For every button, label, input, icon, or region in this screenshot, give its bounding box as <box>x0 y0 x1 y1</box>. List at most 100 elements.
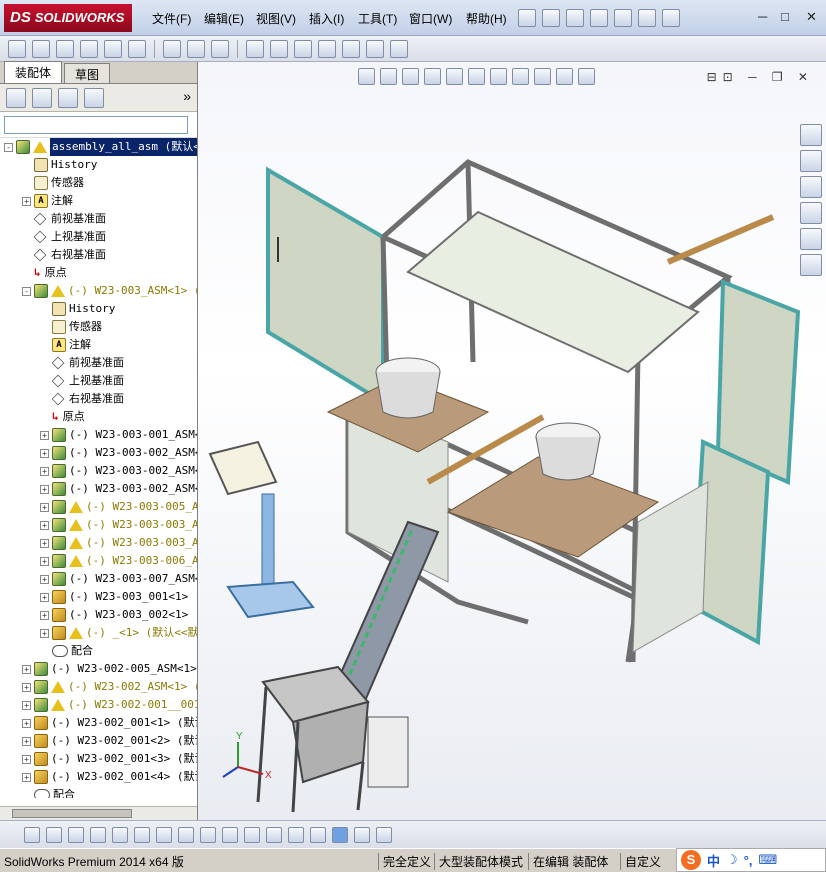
explode-line-sketch-icon[interactable] <box>318 39 336 58</box>
trim-icon[interactable] <box>112 826 128 843</box>
point-icon[interactable] <box>24 826 40 843</box>
tree-node[interactable]: 右视基准面 <box>22 246 106 264</box>
tree-node[interactable]: 右视基准面 <box>40 390 124 408</box>
collapse-toggle-icon[interactable]: - <box>4 142 13 152</box>
tree-node[interactable]: + (-) _<1> (默认<<默认 <box>40 624 197 642</box>
configurationmanager-icon[interactable] <box>58 87 78 108</box>
ime-keyboard-icon[interactable]: ⌨ <box>758 852 777 868</box>
expand-toggle-icon[interactable]: + <box>40 538 49 548</box>
status-custom[interactable]: 自定义 <box>620 853 661 870</box>
edit-component-icon[interactable] <box>8 39 26 58</box>
tree-node[interactable]: + (-) W23-003-001_ASM<1> <box>40 426 197 444</box>
solidworks-logo[interactable]: DS SOLIDWORKS <box>4 4 132 32</box>
design-library-icon[interactable] <box>800 150 822 172</box>
circle-icon[interactable] <box>46 826 62 843</box>
tree-node[interactable]: 前视基准面 <box>22 210 106 228</box>
ime-punct-icon[interactable]: °, <box>744 853 753 868</box>
tree-node[interactable]: 传感器 <box>40 318 102 336</box>
expand-toggle-icon[interactable]: + <box>40 628 49 638</box>
offset-icon[interactable] <box>200 826 216 843</box>
show-hidden-icon[interactable] <box>163 39 181 58</box>
tree-node[interactable]: ↳ 原点 <box>22 264 67 282</box>
tree-node[interactable]: + (-) W23-003-005_ASM <box>40 498 197 516</box>
tree-node[interactable]: + (-) W23-002_001<2> (默认< <box>22 732 197 750</box>
tree-node[interactable]: + (-) W23-003_002<1> (默 <box>40 606 197 624</box>
bill-of-materials-icon[interactable] <box>270 39 288 58</box>
expand-toggle-icon[interactable]: + <box>22 196 31 206</box>
propertymanager-icon[interactable] <box>32 87 52 108</box>
grid-icon[interactable] <box>288 826 304 843</box>
extend-icon[interactable] <box>134 826 150 843</box>
expand-toggle-icon[interactable]: + <box>40 520 49 530</box>
file-explorer-icon[interactable] <box>800 176 822 198</box>
tree-node[interactable]: + (-) W23-003_001<1> (默 <box>40 588 197 606</box>
tree-node[interactable]: + (-) W23-003-003_AF1 <box>40 516 197 534</box>
tree-horizontal-scrollbar[interactable] <box>0 806 197 820</box>
ime-moon-icon[interactable]: ☽ <box>726 852 738 868</box>
single-viewport-icon[interactable] <box>354 826 370 843</box>
menu-insert[interactable]: 插入(I) <box>309 10 344 27</box>
tree-node[interactable]: + (-) W23-002_001<1> (默认< <box>22 714 197 732</box>
exploded-view-icon[interactable] <box>294 39 312 58</box>
expand-toggle-icon[interactable]: + <box>22 682 31 692</box>
line-icon[interactable] <box>68 826 84 843</box>
menu-edit[interactable]: 编辑(E) <box>204 10 244 27</box>
menu-window[interactable]: 窗口(W) <box>409 10 452 27</box>
corner-rectangle-icon[interactable] <box>222 826 238 843</box>
arc-icon[interactable] <box>156 826 172 843</box>
expand-toggle-icon[interactable]: + <box>40 592 49 602</box>
more-managers-chevron-icon[interactable]: » <box>183 88 191 104</box>
angle-icon[interactable] <box>310 826 326 843</box>
tree-node[interactable]: + (-) W23-002_ASM<1> (默认 <box>22 678 197 696</box>
tree-node[interactable]: 传感器 <box>22 174 84 192</box>
expand-toggle-icon[interactable]: + <box>22 754 31 764</box>
expand-toggle-icon[interactable]: + <box>22 700 31 710</box>
instant3d-icon[interactable] <box>366 39 384 58</box>
expand-toggle-icon[interactable]: + <box>40 448 49 458</box>
help-question-icon[interactable] <box>662 9 680 27</box>
tree-filter-input[interactable] <box>4 115 188 134</box>
scrollbar-thumb[interactable] <box>12 809 132 818</box>
spline-icon[interactable] <box>178 826 194 843</box>
expand-toggle-icon[interactable]: + <box>40 574 49 584</box>
tree-node[interactable]: 上视基准面 <box>22 228 106 246</box>
displaymanager-icon[interactable] <box>84 87 104 108</box>
tree-node[interactable]: History <box>40 300 115 318</box>
tree-node[interactable]: 上视基准面 <box>40 372 124 390</box>
tree-node[interactable]: + (-) W23-002-001__001_AS <box>22 696 197 714</box>
tree-node[interactable]: + (-) W23-002_001<4> (默认< <box>22 768 197 786</box>
collapse-toggle-icon[interactable]: - <box>22 286 31 296</box>
view-palette-icon[interactable] <box>800 202 822 224</box>
expand-toggle-icon[interactable]: + <box>40 484 49 494</box>
shaded-view-icon[interactable] <box>332 826 348 843</box>
tree-node[interactable]: + A 注解 <box>22 192 73 210</box>
insert-component-icon[interactable] <box>32 39 50 58</box>
ime-language[interactable]: 中 <box>707 851 720 870</box>
tree-node[interactable]: 前视基准面 <box>40 354 124 372</box>
expand-toggle-icon[interactable]: + <box>22 772 31 782</box>
tree-node[interactable]: + (-) W23-002_001<3> (默认< <box>22 750 197 768</box>
print-icon[interactable] <box>614 9 632 27</box>
dimension-icon[interactable] <box>266 826 282 843</box>
speedpak-icon[interactable] <box>390 39 408 58</box>
tree-node[interactable]: History <box>22 156 97 174</box>
tab-sketch[interactable]: 草图 <box>64 63 111 83</box>
two-viewport-icon[interactable] <box>376 826 392 843</box>
menu-file[interactable]: 文件(F) <box>152 10 191 27</box>
linear-pattern-icon[interactable] <box>80 39 98 58</box>
tree-node[interactable]: + (-) W23-003-003_AF3 <box>40 534 197 552</box>
center-rectangle-icon[interactable] <box>244 826 260 843</box>
appearances-scenes-icon[interactable] <box>800 228 822 250</box>
pin-icon[interactable] <box>518 9 536 27</box>
tree-node[interactable]: 配合 <box>40 642 93 660</box>
featuremanager-tree-icon[interactable] <box>6 87 26 108</box>
tree-node[interactable]: + (-) W23-003-006_ASM <box>40 552 197 570</box>
expand-toggle-icon[interactable]: + <box>40 502 49 512</box>
expand-toggle-icon[interactable]: + <box>22 664 31 674</box>
sogou-logo[interactable]: S <box>681 850 701 870</box>
minimize-button[interactable]: ─ <box>758 9 767 24</box>
mate-paperclip-icon[interactable] <box>56 39 74 58</box>
menu-help[interactable]: 帮助(H) <box>466 10 507 27</box>
expand-toggle-icon[interactable]: + <box>22 736 31 746</box>
graphics-viewport[interactable]: ⊟⊡ ─ ❐ ✕ Y X <box>198 62 826 820</box>
